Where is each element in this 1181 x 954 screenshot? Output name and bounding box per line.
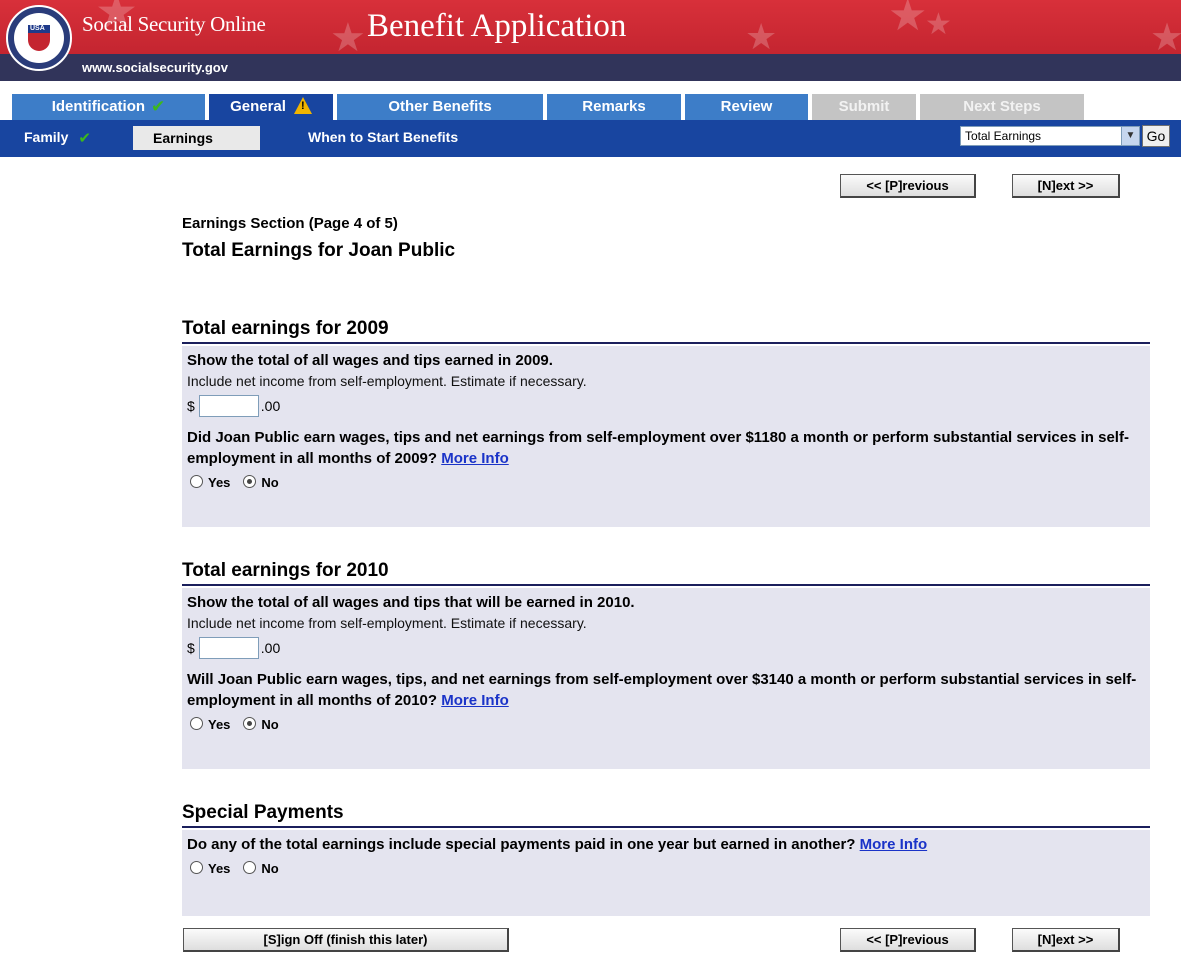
previous-button-bottom[interactable]: << [P]revious (840, 928, 976, 952)
cents-label: .00 (260, 398, 281, 414)
question-monthly-2010: Will Joan Public earn wages, tips, and n… (187, 669, 1150, 711)
radio-group-special: Yes No (187, 861, 1150, 881)
chevron-down-icon[interactable]: ▼ (1121, 127, 1139, 145)
tab-remarks[interactable]: Remarks (547, 94, 681, 120)
question-monthly-2010-text: Will Joan Public earn wages, tips, and n… (187, 671, 1137, 709)
more-info-link[interactable]: More Info (441, 692, 509, 709)
subnav-family[interactable]: Family ✔ (24, 129, 91, 147)
subnav-label: When to Start Benefits (308, 129, 459, 145)
amount-row-2010: $ .00 (187, 637, 1150, 661)
question-monthly-2009: Did Joan Public earn wages, tips and net… (187, 427, 1150, 469)
tab-label: General (230, 98, 286, 115)
radio-group-2009: Yes No (187, 475, 1150, 495)
section-heading-2010: Total earnings for 2010 (182, 560, 1150, 586)
section-heading-special-payments: Special Payments (182, 802, 1150, 828)
radio-yes-2009[interactable] (190, 475, 203, 488)
go-button[interactable]: Go (1142, 125, 1170, 147)
section-select-value: Total Earnings (965, 129, 1042, 143)
question-total-2009: Show the total of all wages and tips ear… (187, 352, 553, 369)
radio-yes-special[interactable] (190, 861, 203, 874)
radio-yes-2010[interactable] (190, 717, 203, 730)
more-info-link[interactable]: More Info (441, 450, 509, 467)
decorative-star-icon: ★ (888, 0, 928, 41)
subnav-earnings[interactable]: Earnings (133, 126, 260, 150)
sub-navigation: Family ✔ Earnings When to Start Benefits … (0, 120, 1181, 157)
decorative-star-icon: ★ (1150, 15, 1181, 54)
tab-label: Submit (838, 98, 890, 115)
site-name[interactable]: Social Security Online (82, 12, 266, 37)
check-icon: ✔ (78, 129, 91, 147)
decorative-star-icon: ★ (745, 17, 778, 55)
ssa-seal-logo[interactable]: USA (6, 5, 72, 71)
earnings-2010-input[interactable] (198, 637, 259, 659)
app-title: Benefit Application (367, 8, 627, 44)
question-monthly-2009-text: Did Joan Public earn wages, tips and net… (187, 429, 1129, 467)
sign-off-button[interactable]: [S]ign Off (finish this later) (183, 928, 509, 952)
cents-label: .00 (260, 640, 281, 656)
more-info-link[interactable]: More Info (860, 836, 928, 853)
tab-identification[interactable]: Identification ✔ (12, 94, 205, 120)
section-select[interactable]: Total Earnings ▼ (960, 126, 1140, 146)
radio-no-2009[interactable] (243, 475, 257, 488)
question-note-2009: Include net income from self-employment.… (187, 373, 587, 389)
question-note-2010: Include net income from self-employment.… (187, 615, 587, 631)
url-bar: www.socialsecurity.gov (0, 54, 1181, 81)
radio-label: Yes (208, 475, 231, 490)
section-2009: Show the total of all wages and tips ear… (182, 346, 1150, 527)
page-title: Total Earnings for Joan Public (182, 240, 456, 261)
subnav-label: Earnings (153, 130, 213, 146)
question-special-payments: Do any of the total earnings include spe… (187, 834, 1150, 855)
tab-review[interactable]: Review (685, 94, 808, 120)
decorative-star-icon: ★ (330, 15, 366, 54)
tab-general[interactable]: General (209, 94, 333, 120)
radio-group-2010: Yes No (187, 717, 1150, 737)
tab-submit: Submit (812, 94, 916, 120)
section-2010: Show the total of all wages and tips tha… (182, 588, 1150, 769)
subnav-when-to-start-benefits[interactable]: When to Start Benefits (308, 129, 458, 145)
question-special-payments-text: Do any of the total earnings include spe… (187, 836, 856, 853)
site-url[interactable]: www.socialsecurity.gov (82, 60, 228, 75)
radio-no-special[interactable] (243, 861, 257, 874)
header-banner: ★ ★ ★ ★ ★ ★ Social Security Online Benef… (0, 0, 1181, 54)
check-icon: ✔ (151, 97, 166, 117)
radio-label: No (261, 475, 279, 490)
previous-button[interactable]: << [P]revious (840, 174, 976, 198)
section-special-payments: Do any of the total earnings include spe… (182, 830, 1150, 916)
next-button-bottom[interactable]: [N]ext >> (1012, 928, 1120, 952)
section-heading-2009: Total earnings for 2009 (182, 318, 1150, 344)
tab-label: Remarks (582, 98, 646, 115)
radio-label: Yes (208, 717, 231, 732)
currency-symbol: $ (187, 640, 195, 656)
currency-symbol: $ (187, 398, 195, 414)
next-button[interactable]: [N]ext >> (1012, 174, 1120, 198)
warning-icon (293, 97, 312, 114)
radio-label: Yes (208, 861, 231, 876)
amount-row-2009: $ .00 (187, 395, 1150, 419)
radio-label: No (261, 861, 279, 876)
tab-label: Review (720, 98, 773, 115)
tab-label: Identification (51, 98, 146, 115)
tab-label: Other Benefits (388, 98, 492, 115)
radio-label: No (261, 717, 279, 732)
page-subtitle: Earnings Section (Page 4 of 5) (182, 215, 398, 232)
tab-label: Next Steps (963, 98, 1041, 115)
tab-next-steps: Next Steps (920, 94, 1084, 120)
question-total-2010: Show the total of all wages and tips tha… (187, 594, 635, 611)
earnings-2009-input[interactable] (198, 395, 259, 417)
subnav-label: Family (24, 129, 69, 145)
tab-other-benefits[interactable]: Other Benefits (337, 94, 543, 120)
radio-no-2010[interactable] (243, 717, 257, 730)
decorative-star-icon: ★ (925, 7, 952, 42)
seal-usa-text: USA (30, 25, 45, 32)
